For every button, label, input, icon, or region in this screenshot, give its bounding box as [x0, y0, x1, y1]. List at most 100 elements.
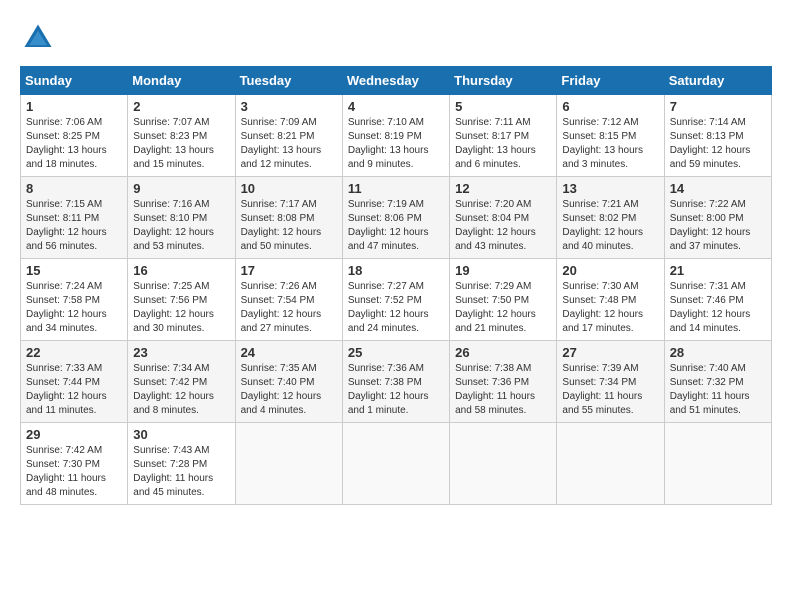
calendar-cell: 15 Sunrise: 7:24 AM Sunset: 7:58 PM Dayli… [21, 259, 128, 341]
weekday-header: Monday [128, 67, 235, 95]
logo-icon [20, 20, 56, 56]
weekday-header: Tuesday [235, 67, 342, 95]
day-number: 12 [455, 181, 551, 196]
day-number: 26 [455, 345, 551, 360]
day-number: 29 [26, 427, 122, 442]
calendar-cell: 24 Sunrise: 7:35 AM Sunset: 7:40 PM Dayli… [235, 341, 342, 423]
day-number: 2 [133, 99, 229, 114]
calendar-cell: 20 Sunrise: 7:30 AM Sunset: 7:48 PM Dayli… [557, 259, 664, 341]
day-info: Sunrise: 7:30 AM Sunset: 7:48 PM Dayligh… [562, 280, 658, 336]
day-number: 21 [670, 263, 766, 278]
day-info: Sunrise: 7:07 AM Sunset: 8:23 PM Dayligh… [133, 116, 229, 172]
calendar-cell: 26 Sunrise: 7:38 AM Sunset: 7:36 PM Dayli… [450, 341, 557, 423]
day-info: Sunrise: 7:09 AM Sunset: 8:21 PM Dayligh… [241, 116, 337, 172]
day-number: 16 [133, 263, 229, 278]
weekday-header: Friday [557, 67, 664, 95]
calendar-week-row: 29Sunrise: 7:42 AM Sunset: 7:30 PM Dayli… [21, 423, 772, 505]
calendar-cell [450, 423, 557, 505]
calendar-cell: 22 Sunrise: 7:33 AM Sunset: 7:44 PM Dayli… [21, 341, 128, 423]
day-number: 27 [562, 345, 658, 360]
calendar-cell: 2 Sunrise: 7:07 AM Sunset: 8:23 PM Daylig… [128, 95, 235, 177]
day-info: Sunrise: 7:36 AM Sunset: 7:38 PM Dayligh… [348, 362, 444, 418]
day-number: 15 [26, 263, 122, 278]
day-info: Sunrise: 7:29 AM Sunset: 7:50 PM Dayligh… [455, 280, 551, 336]
day-number: 23 [133, 345, 229, 360]
day-number: 3 [241, 99, 337, 114]
calendar-cell: 9 Sunrise: 7:16 AM Sunset: 8:10 PM Daylig… [128, 177, 235, 259]
calendar-cell: 23 Sunrise: 7:34 AM Sunset: 7:42 PM Dayli… [128, 341, 235, 423]
calendar-week-row: 8 Sunrise: 7:15 AM Sunset: 8:11 PM Daylig… [21, 177, 772, 259]
day-info: Sunrise: 7:38 AM Sunset: 7:36 PM Dayligh… [455, 362, 551, 418]
weekday-header: Saturday [664, 67, 771, 95]
day-info: Sunrise: 7:34 AM Sunset: 7:42 PM Dayligh… [133, 362, 229, 418]
day-info: Sunrise: 7:24 AM Sunset: 7:58 PM Dayligh… [26, 280, 122, 336]
day-info: Sunrise: 7:33 AM Sunset: 7:44 PM Dayligh… [26, 362, 122, 418]
calendar-cell: 12 Sunrise: 7:20 AM Sunset: 8:04 PM Dayli… [450, 177, 557, 259]
day-number: 10 [241, 181, 337, 196]
day-info: Sunrise: 7:35 AM Sunset: 7:40 PM Dayligh… [241, 362, 337, 418]
page-header [20, 20, 772, 56]
day-info: Sunrise: 7:21 AM Sunset: 8:02 PM Dayligh… [562, 198, 658, 254]
logo [20, 20, 60, 56]
day-number: 25 [348, 345, 444, 360]
day-number: 9 [133, 181, 229, 196]
calendar-cell [557, 423, 664, 505]
day-number: 6 [562, 99, 658, 114]
calendar-cell: 29Sunrise: 7:42 AM Sunset: 7:30 PM Dayli… [21, 423, 128, 505]
calendar-cell: 28 Sunrise: 7:40 AM Sunset: 7:32 PM Dayli… [664, 341, 771, 423]
day-info: Sunrise: 7:40 AM Sunset: 7:32 PM Dayligh… [670, 362, 766, 418]
calendar-cell: 4Sunrise: 7:10 AM Sunset: 8:19 PM Daylig… [342, 95, 449, 177]
calendar-cell [235, 423, 342, 505]
day-info: Sunrise: 7:19 AM Sunset: 8:06 PM Dayligh… [348, 198, 444, 254]
day-number: 17 [241, 263, 337, 278]
calendar-cell [664, 423, 771, 505]
day-info: Sunrise: 7:16 AM Sunset: 8:10 PM Dayligh… [133, 198, 229, 254]
day-info: Sunrise: 7:22 AM Sunset: 8:00 PM Dayligh… [670, 198, 766, 254]
calendar-cell: 6 Sunrise: 7:12 AM Sunset: 8:15 PM Daylig… [557, 95, 664, 177]
day-info: Sunrise: 7:27 AM Sunset: 7:52 PM Dayligh… [348, 280, 444, 336]
day-number: 22 [26, 345, 122, 360]
calendar-cell: 14 Sunrise: 7:22 AM Sunset: 8:00 PM Dayli… [664, 177, 771, 259]
weekday-header: Thursday [450, 67, 557, 95]
calendar-cell: 30Sunrise: 7:43 AM Sunset: 7:28 PM Dayli… [128, 423, 235, 505]
day-number: 11 [348, 181, 444, 196]
day-info: Sunrise: 7:25 AM Sunset: 7:56 PM Dayligh… [133, 280, 229, 336]
calendar-cell: 16 Sunrise: 7:25 AM Sunset: 7:56 PM Dayli… [128, 259, 235, 341]
day-info: Sunrise: 7:06 AM Sunset: 8:25 PM Dayligh… [26, 116, 122, 172]
day-number: 7 [670, 99, 766, 114]
calendar-week-row: 15 Sunrise: 7:24 AM Sunset: 7:58 PM Dayli… [21, 259, 772, 341]
day-info: Sunrise: 7:26 AM Sunset: 7:54 PM Dayligh… [241, 280, 337, 336]
day-number: 1 [26, 99, 122, 114]
day-info: Sunrise: 7:39 AM Sunset: 7:34 PM Dayligh… [562, 362, 658, 418]
day-number: 20 [562, 263, 658, 278]
calendar-cell: 17 Sunrise: 7:26 AM Sunset: 7:54 PM Dayli… [235, 259, 342, 341]
day-number: 28 [670, 345, 766, 360]
day-info: Sunrise: 7:14 AM Sunset: 8:13 PM Dayligh… [670, 116, 766, 172]
day-number: 8 [26, 181, 122, 196]
calendar-cell: 10 Sunrise: 7:17 AM Sunset: 8:08 PM Dayli… [235, 177, 342, 259]
calendar-header-row: SundayMondayTuesdayWednesdayThursdayFrid… [21, 67, 772, 95]
day-info: Sunrise: 7:12 AM Sunset: 8:15 PM Dayligh… [562, 116, 658, 172]
calendar-cell: 19 Sunrise: 7:29 AM Sunset: 7:50 PM Dayli… [450, 259, 557, 341]
day-number: 30 [133, 427, 229, 442]
calendar-cell: 1 Sunrise: 7:06 AM Sunset: 8:25 PM Daylig… [21, 95, 128, 177]
day-info: Sunrise: 7:10 AM Sunset: 8:19 PM Dayligh… [348, 116, 444, 172]
calendar-cell [342, 423, 449, 505]
calendar-cell: 5 Sunrise: 7:11 AM Sunset: 8:17 PM Daylig… [450, 95, 557, 177]
day-info: Sunrise: 7:17 AM Sunset: 8:08 PM Dayligh… [241, 198, 337, 254]
calendar-week-row: 22 Sunrise: 7:33 AM Sunset: 7:44 PM Dayli… [21, 341, 772, 423]
day-number: 5 [455, 99, 551, 114]
calendar-table: SundayMondayTuesdayWednesdayThursdayFrid… [20, 66, 772, 505]
calendar-cell: 13Sunrise: 7:21 AM Sunset: 8:02 PM Dayli… [557, 177, 664, 259]
calendar-cell: 7 Sunrise: 7:14 AM Sunset: 8:13 PM Daylig… [664, 95, 771, 177]
day-info: Sunrise: 7:15 AM Sunset: 8:11 PM Dayligh… [26, 198, 122, 254]
calendar-cell: 3 Sunrise: 7:09 AM Sunset: 8:21 PM Daylig… [235, 95, 342, 177]
day-number: 14 [670, 181, 766, 196]
day-info: Sunrise: 7:20 AM Sunset: 8:04 PM Dayligh… [455, 198, 551, 254]
day-number: 19 [455, 263, 551, 278]
day-number: 24 [241, 345, 337, 360]
calendar-cell: 18Sunrise: 7:27 AM Sunset: 7:52 PM Dayli… [342, 259, 449, 341]
day-info: Sunrise: 7:31 AM Sunset: 7:46 PM Dayligh… [670, 280, 766, 336]
calendar-cell: 25 Sunrise: 7:36 AM Sunset: 7:38 PM Dayli… [342, 341, 449, 423]
day-info: Sunrise: 7:11 AM Sunset: 8:17 PM Dayligh… [455, 116, 551, 172]
